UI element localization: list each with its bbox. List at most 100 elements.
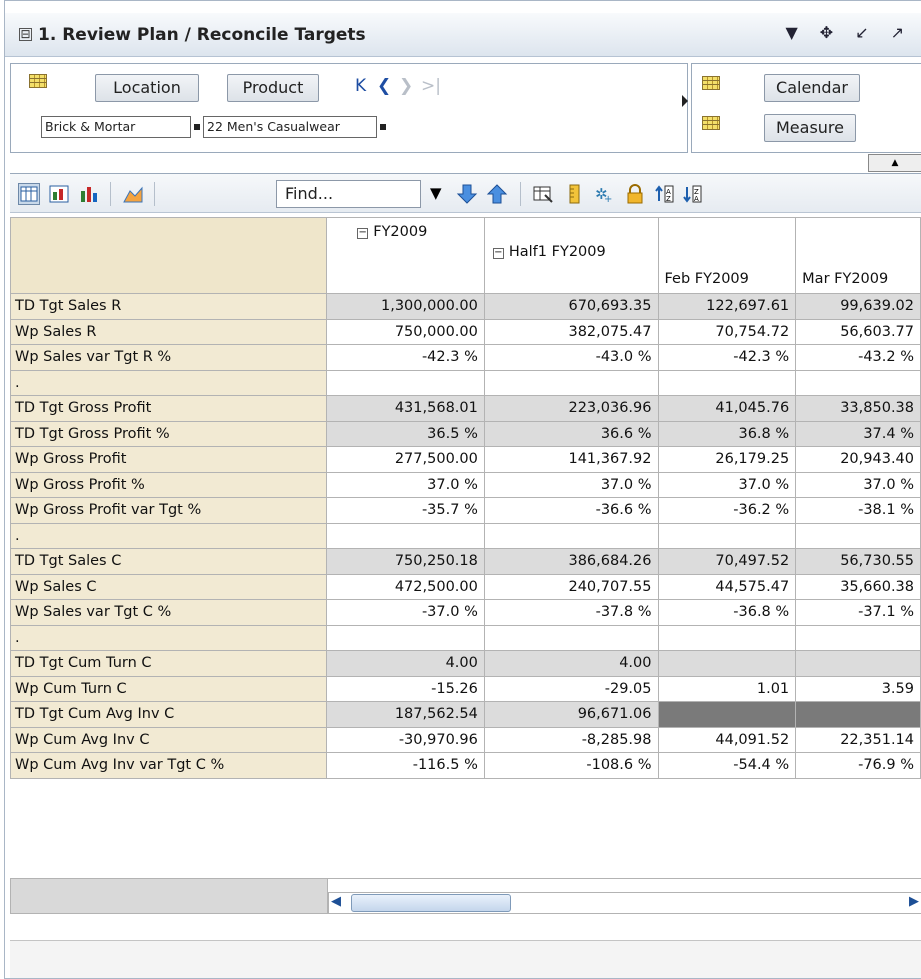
- grid-cell[interactable]: -37.8 %: [483, 599, 659, 626]
- next-icon[interactable]: ❯: [399, 76, 413, 96]
- table-row[interactable]: TD Tgt Gross Profit % 36.5 % 36.6 % 36.8 % 3…: [9, 420, 921, 447]
- grid-cell[interactable]: -36.6 %: [483, 497, 659, 524]
- scroll-left-icon[interactable]: ◀: [331, 894, 341, 909]
- grid-cell[interactable]: 670,693.35: [483, 293, 659, 320]
- grid-cell[interactable]: -37.1 %: [795, 599, 921, 626]
- move-icon[interactable]: ✥: [820, 23, 833, 42]
- expand-panel-icon[interactable]: [682, 95, 688, 107]
- grid-cell[interactable]: 37.0 %: [483, 471, 659, 498]
- grid-cell[interactable]: -35.7 %: [326, 497, 485, 524]
- grid-cell[interactable]: 22,351.14: [795, 726, 921, 753]
- grid-cell[interactable]: [795, 624, 921, 651]
- grid-cell[interactable]: 431,568.01: [326, 395, 485, 422]
- grid-cell[interactable]: [657, 624, 797, 651]
- grid-cell[interactable]: [483, 369, 659, 396]
- table-row[interactable]: Wp Gross Profit var Tgt % -35.7 % -36.6 % -…: [9, 497, 921, 524]
- grid-cell[interactable]: [795, 369, 921, 396]
- table-row[interactable]: Wp Sales C 472,500.00 240,707.55 44,575.47 3…: [9, 573, 921, 600]
- table-row[interactable]: .: [9, 522, 921, 549]
- grid-cell[interactable]: [795, 701, 921, 728]
- grid-cell[interactable]: 3.59: [795, 675, 921, 702]
- area-chart-icon[interactable]: [122, 183, 144, 205]
- table-row[interactable]: Wp Gross Profit % 37.0 % 37.0 % 37.0 % 37.0 …: [9, 471, 921, 498]
- prev-icon[interactable]: ❮: [377, 76, 391, 96]
- grid-cell[interactable]: -36.2 %: [657, 497, 797, 524]
- location-dimension-button[interactable]: Location: [95, 74, 199, 102]
- grid-cell[interactable]: 36.8 %: [657, 420, 797, 447]
- grid-cell[interactable]: 99,639.02: [795, 293, 921, 320]
- table-row[interactable]: Wp Sales R 750,000.00 382,075.47 70,754.72 5…: [9, 318, 921, 345]
- grid-cell[interactable]: 56,730.55: [795, 548, 921, 575]
- sort-asc-icon[interactable]: AZ: [654, 183, 676, 205]
- grid-cell[interactable]: 187,562.54: [326, 701, 485, 728]
- grid-cell[interactable]: 44,091.52: [657, 726, 797, 753]
- table-row[interactable]: Wp Cum Avg Inv var Tgt C % -116.5 % -108.6…: [9, 752, 921, 779]
- collapse-icon[interactable]: −: [357, 228, 369, 239]
- grid-cell[interactable]: [483, 624, 659, 651]
- collapse-toggle-icon[interactable]: ⊟: [19, 28, 32, 41]
- grid-cell[interactable]: 750,250.18: [326, 548, 485, 575]
- grid-cell[interactable]: -15.26: [326, 675, 485, 702]
- ruler-icon[interactable]: [564, 183, 586, 205]
- grid-cell[interactable]: 382,075.47: [483, 318, 659, 345]
- minimize-icon[interactable]: ↙: [855, 23, 868, 42]
- grid-cell[interactable]: 70,497.52: [657, 548, 797, 575]
- grid-cell[interactable]: -108.6 %: [483, 752, 659, 779]
- scroll-right-icon[interactable]: ▶: [909, 894, 919, 909]
- grid-cell[interactable]: 37.0 %: [326, 471, 485, 498]
- menu-dropdown-icon[interactable]: ▼: [785, 23, 797, 42]
- table-row[interactable]: TD Tgt Sales C 750,250.18 386,684.26 70,497…: [9, 548, 921, 575]
- grid-cell[interactable]: 1.01: [657, 675, 797, 702]
- grid-cell[interactable]: 277,500.00: [326, 446, 485, 473]
- grid-cell[interactable]: -36.8 %: [657, 599, 797, 626]
- grid-cell[interactable]: 386,684.26: [483, 548, 659, 575]
- product-selection[interactable]: 22 Men's Casualwear: [203, 116, 377, 138]
- table-view-icon[interactable]: [18, 183, 40, 205]
- header-half1[interactable]: − Half1 FY2009: [483, 217, 659, 294]
- collapse-icon[interactable]: −: [492, 248, 504, 259]
- table-row[interactable]: .: [9, 624, 921, 651]
- grid-cell[interactable]: -8,285.98: [483, 726, 659, 753]
- grid-cell[interactable]: [326, 369, 485, 396]
- product-dimension-button[interactable]: Product: [227, 74, 319, 102]
- table-row[interactable]: Wp Gross Profit 277,500.00 141,367.92 26,17…: [9, 446, 921, 473]
- grid-cell[interactable]: 4.00: [483, 650, 659, 677]
- grid-cell[interactable]: [657, 701, 797, 728]
- grid-cell[interactable]: 41,045.76: [657, 395, 797, 422]
- grid-cell[interactable]: -43.2 %: [795, 344, 921, 371]
- grid-cell[interactable]: [326, 522, 485, 549]
- grid-cell[interactable]: -54.4 %: [657, 752, 797, 779]
- grid-cell[interactable]: 36.5 %: [326, 420, 485, 447]
- header-mar[interactable]: Mar FY2009: [795, 217, 921, 294]
- horizontal-scrollbar[interactable]: ◀ ▶: [328, 892, 921, 914]
- grid-cell[interactable]: -29.05: [483, 675, 659, 702]
- grid-cell[interactable]: [657, 650, 797, 677]
- grid-cell[interactable]: 37.4 %: [795, 420, 921, 447]
- export-icon[interactable]: [532, 183, 554, 205]
- scroll-up-icon[interactable]: ▲: [868, 154, 921, 172]
- table-row[interactable]: TD Tgt Gross Profit 431,568.01 223,036.96 4…: [9, 395, 921, 422]
- grid-cell[interactable]: [657, 369, 797, 396]
- sort-desc-icon[interactable]: ZA: [682, 183, 704, 205]
- grid-cell[interactable]: -42.3 %: [657, 344, 797, 371]
- splitter[interactable]: ▲: [10, 154, 921, 172]
- grid-cell[interactable]: [326, 624, 485, 651]
- grid-cell[interactable]: -76.9 %: [795, 752, 921, 779]
- last-icon[interactable]: >|: [421, 76, 441, 96]
- first-icon[interactable]: K: [355, 76, 366, 96]
- grid-cell[interactable]: 223,036.96: [483, 395, 659, 422]
- grid-cell[interactable]: 35,660.38: [795, 573, 921, 600]
- table-row[interactable]: Wp Sales var Tgt C % -37.0 % -37.8 % -36.8 …: [9, 599, 921, 626]
- down-arrow-icon[interactable]: [456, 183, 478, 205]
- lock-icon[interactable]: [624, 183, 646, 205]
- location-selection[interactable]: Brick & Mortar: [41, 116, 191, 138]
- table-row[interactable]: Wp Sales var Tgt R % -42.3 % -43.0 % -42.3 …: [9, 344, 921, 371]
- measure-dimension-button[interactable]: Measure: [764, 114, 856, 142]
- grid-cell[interactable]: 122,697.61: [657, 293, 797, 320]
- grid-cell[interactable]: -116.5 %: [326, 752, 485, 779]
- grid-cell[interactable]: 96,671.06: [483, 701, 659, 728]
- grid-cell[interactable]: -30,970.96: [326, 726, 485, 753]
- grid-cell[interactable]: 1,300,000.00: [326, 293, 485, 320]
- table-row[interactable]: Wp Cum Avg Inv C -30,970.96 -8,285.98 44,09…: [9, 726, 921, 753]
- grid-cell[interactable]: -38.1 %: [795, 497, 921, 524]
